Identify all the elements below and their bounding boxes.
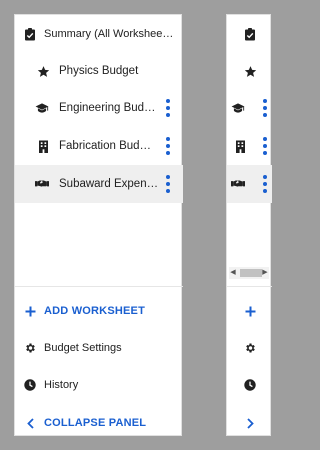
rail-budget-settings-button[interactable] — [227, 329, 272, 367]
star-icon — [36, 64, 50, 78]
worksheet-label: Engineering Budget — [59, 102, 159, 114]
rail-expand-panel-button[interactable] — [227, 404, 272, 442]
more-options-icon[interactable] — [262, 99, 268, 117]
more-options-icon[interactable] — [165, 175, 171, 193]
handshake-icon — [231, 177, 245, 191]
star-icon — [243, 64, 257, 78]
worksheet-fabrication-budget[interactable]: Fabrication Budget... — [15, 127, 183, 165]
worksheet-label: Subaward Expenses — [59, 178, 159, 190]
building-icon — [233, 139, 247, 153]
rail-history-button[interactable] — [227, 366, 272, 404]
gear-icon — [243, 341, 257, 355]
gear-icon — [23, 341, 37, 355]
clipboard-check-icon — [23, 27, 37, 41]
rail-engineering-budget[interactable] — [227, 89, 272, 127]
rail-fabrication-budget[interactable] — [227, 127, 272, 165]
plus-icon — [243, 304, 257, 318]
budget-settings-button[interactable]: Budget Settings — [15, 329, 183, 367]
worksheet-label: Physics Budget — [59, 65, 139, 77]
clock-icon — [23, 378, 37, 392]
more-options-icon[interactable] — [262, 175, 268, 193]
worksheet-physics-budget[interactable]: Physics Budget — [15, 52, 183, 90]
handshake-icon — [35, 177, 49, 191]
worksheet-summary[interactable]: Summary (All Worksheets) — [15, 15, 183, 53]
add-worksheet-button[interactable]: ADD WORKSHEET — [15, 292, 183, 330]
more-options-icon[interactable] — [262, 137, 268, 155]
divider — [15, 286, 183, 287]
rail-subaward-expenses[interactable] — [227, 165, 272, 203]
chevron-right-icon — [243, 416, 257, 430]
history-label: History — [44, 379, 79, 391]
divider — [227, 286, 272, 287]
clock-icon — [243, 378, 257, 392]
chevron-left-icon — [23, 416, 37, 430]
graduation-cap-icon — [231, 101, 245, 115]
more-options-icon[interactable] — [165, 99, 171, 117]
collapse-panel-button[interactable]: COLLAPSE PANEL — [15, 404, 183, 442]
horizontal-scrollbar[interactable]: ◀ ▶ — [229, 267, 269, 279]
building-icon — [36, 139, 50, 153]
worksheet-subaward-expenses[interactable]: Subaward Expenses — [15, 165, 183, 203]
rail-physics-budget[interactable] — [227, 52, 272, 90]
collapse-panel-label: COLLAPSE PANEL — [44, 417, 147, 429]
worksheet-label: Fabrication Budget... — [59, 140, 157, 152]
scroll-left-icon[interactable]: ◀ — [229, 267, 237, 279]
scrollbar-thumb[interactable] — [240, 269, 262, 277]
rail-summary[interactable] — [227, 15, 272, 53]
plus-icon — [23, 304, 37, 318]
worksheet-summary-label: Summary (All Worksheets) — [44, 28, 174, 40]
more-options-icon[interactable] — [165, 137, 171, 155]
worksheet-panel: Summary (All Worksheets) Physics Budget … — [14, 14, 183, 436]
graduation-cap-icon — [35, 101, 49, 115]
collapsed-worksheet-rail: ◀ ▶ — [226, 14, 272, 436]
worksheet-engineering-budget[interactable]: Engineering Budget — [15, 89, 183, 127]
add-worksheet-label: ADD WORKSHEET — [44, 305, 145, 317]
scroll-right-icon[interactable]: ▶ — [261, 267, 269, 279]
rail-add-worksheet-button[interactable] — [227, 292, 272, 330]
budget-settings-label: Budget Settings — [44, 342, 122, 354]
clipboard-check-icon — [243, 27, 257, 41]
history-button[interactable]: History — [15, 366, 183, 404]
